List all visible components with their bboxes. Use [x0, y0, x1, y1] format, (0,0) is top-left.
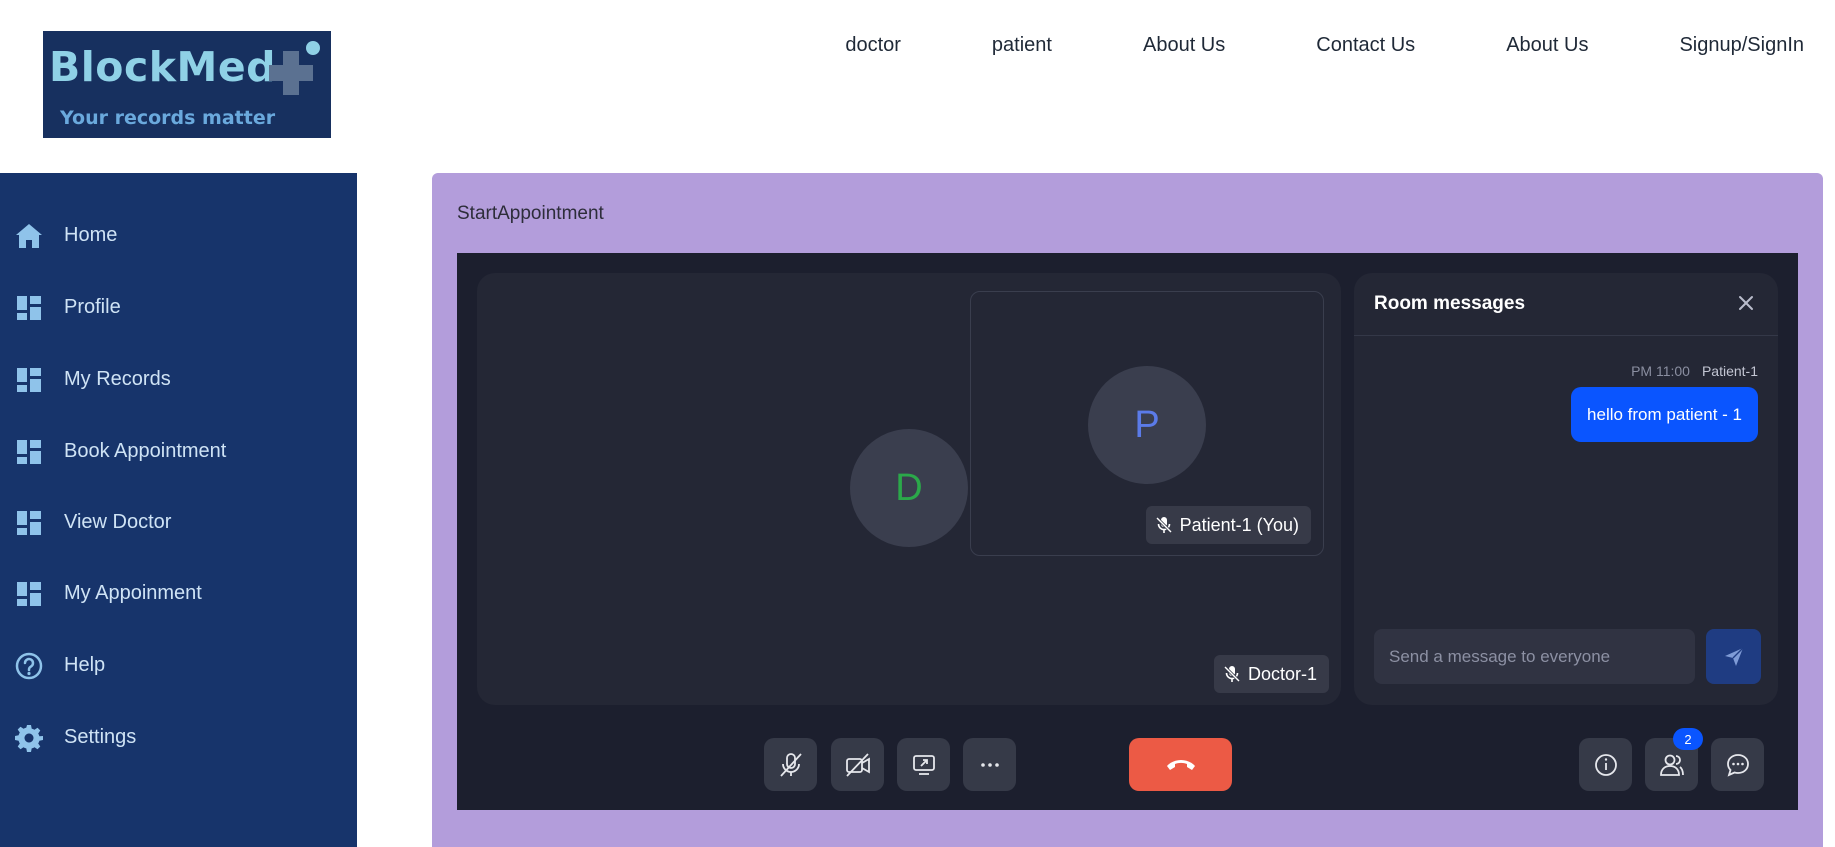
sidebar-item-my-appoinment[interactable]: My Appoinment: [0, 569, 357, 617]
sidebar-item-book-appointment[interactable]: Book Appointment: [0, 427, 357, 475]
remote-name-tag: Doctor-1: [1213, 655, 1329, 693]
sidebar-item-profile[interactable]: Profile: [0, 283, 357, 331]
home-icon: [14, 221, 44, 251]
sidebar-item-label: Help: [64, 653, 106, 676]
page: BlockMed Your records matter doctor pati…: [0, 0, 1835, 847]
close-icon[interactable]: [1736, 293, 1756, 313]
sidebar-item-label: My Records: [64, 367, 171, 390]
sidebar-item-label: My Appoinment: [64, 581, 202, 604]
remote-name: Doctor-1: [1247, 663, 1317, 684]
blockmed-logo[interactable]: BlockMed Your records matter: [43, 31, 331, 138]
dashboard-icon: [14, 437, 44, 467]
message-sender: Patient-1: [1701, 363, 1758, 379]
nav-about-us-2[interactable]: About Us: [1506, 34, 1588, 57]
local-name: Patient-1 (You): [1179, 514, 1299, 535]
mic-off-icon: [1223, 665, 1240, 683]
sidebar-item-my-records[interactable]: My Records: [0, 355, 357, 403]
nav-about-us[interactable]: About Us: [1143, 34, 1225, 57]
info-icon: [1594, 753, 1617, 776]
logo-tagline: Your records matter: [60, 107, 276, 129]
sidebar-item-view-doctor[interactable]: View Doctor: [0, 498, 357, 546]
appointment-panel: StartAppointment D P Patient-1 (You) Doc…: [432, 173, 1823, 847]
toggle-mic-button[interactable]: [764, 738, 817, 791]
sidebar-item-settings[interactable]: Settings: [0, 713, 357, 761]
participants-button[interactable]: 2: [1645, 728, 1703, 791]
chat-icon: [1726, 753, 1749, 777]
local-name-tag: Patient-1 (You): [1145, 506, 1311, 544]
chat-header: Room messages: [1354, 273, 1778, 336]
sidebar-item-label: Profile: [64, 295, 121, 318]
toggle-camera-button[interactable]: [831, 738, 884, 791]
message-meta: PM 11:00 Patient-1: [1631, 363, 1758, 379]
page-title: StartAppointment: [457, 203, 604, 224]
sidebar-item-home[interactable]: Home: [0, 211, 357, 259]
users-icon: [1659, 754, 1684, 776]
dashboard-icon: [14, 365, 44, 395]
top-nav: doctor patient About Us Contact Us About…: [845, 34, 1804, 57]
sidebar: Home Profile My Records Book Appointment…: [0, 173, 357, 847]
sidebar-item-help[interactable]: Help: [0, 641, 357, 689]
nav-doctor[interactable]: doctor: [845, 34, 901, 57]
dashboard-icon: [14, 579, 44, 609]
mic-off-icon: [1155, 516, 1172, 534]
sidebar-item-label: Home: [64, 223, 118, 246]
gear-icon: [14, 723, 44, 753]
participants-count-badge: 2: [1673, 728, 1703, 750]
local-video-tile[interactable]: P Patient-1 (You): [970, 291, 1324, 556]
more-options-button[interactable]: [963, 738, 1016, 791]
sidebar-item-label: Settings: [64, 725, 137, 748]
local-avatar: P: [1088, 366, 1206, 484]
send-message-button[interactable]: [1706, 629, 1761, 684]
share-screen-button[interactable]: [897, 738, 950, 791]
send-icon: [1724, 647, 1743, 666]
chat-toggle-button[interactable]: [1711, 738, 1764, 791]
nav-patient[interactable]: patient: [992, 34, 1052, 57]
dashboard-icon: [14, 293, 44, 323]
video-stage: D P Patient-1 (You) Doctor-1: [477, 273, 1341, 705]
sidebar-item-label: Book Appointment: [64, 439, 227, 462]
video-call-container: D P Patient-1 (You) Doctor-1 Room messag…: [457, 253, 1798, 810]
logo-title: BlockMed: [49, 43, 276, 91]
message-time: PM 11:00: [1631, 363, 1690, 379]
medical-cross-icon: [263, 39, 323, 99]
chat-message-input[interactable]: [1374, 629, 1695, 684]
nav-signup-signin[interactable]: Signup/SignIn: [1679, 34, 1804, 57]
remote-avatar: D: [850, 429, 968, 547]
camera-off-icon: [845, 752, 870, 777]
nav-contact-us[interactable]: Contact Us: [1316, 34, 1415, 57]
dashboard-icon: [14, 508, 44, 538]
room-info-button[interactable]: [1579, 738, 1632, 791]
chat-title: Room messages: [1374, 293, 1526, 314]
share-screen-icon: [912, 754, 935, 775]
end-call-button[interactable]: [1129, 738, 1232, 791]
sidebar-item-label: View Doctor: [64, 510, 172, 533]
mic-off-icon: [779, 752, 802, 777]
message-bubble: hello from patient - 1: [1571, 387, 1758, 442]
help-icon: [14, 651, 44, 681]
phone-hangup-icon: [1166, 759, 1195, 770]
chat-panel: Room messages PM 11:00 Patient-1 hello f…: [1354, 273, 1778, 705]
more-icon: [980, 762, 999, 767]
